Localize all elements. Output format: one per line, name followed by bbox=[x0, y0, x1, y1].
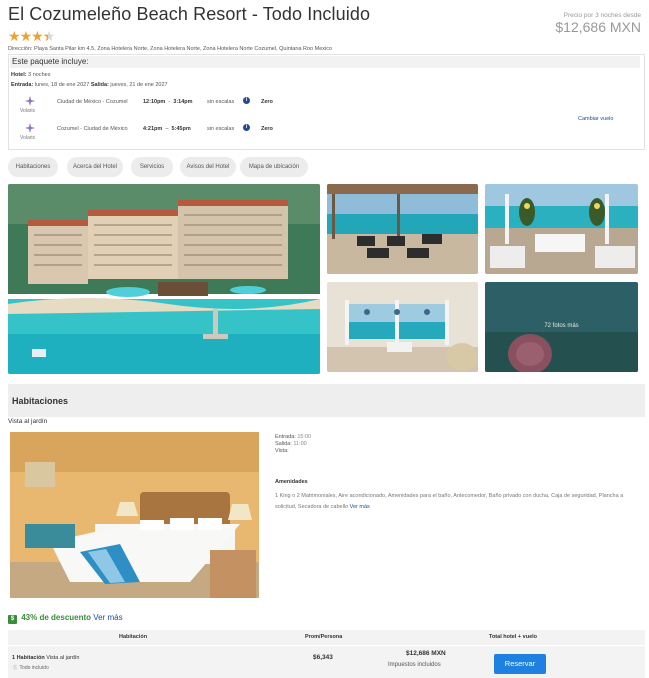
checkin-value: 15:00 bbox=[297, 434, 312, 440]
checkout-value: 11:00 bbox=[293, 441, 307, 447]
volaris-logo-icon bbox=[21, 122, 39, 136]
entry-label: Entrada: bbox=[11, 82, 34, 88]
discount-percent: 43% de descuento bbox=[21, 613, 92, 622]
airline-name: Volaris bbox=[20, 108, 36, 114]
arrive-time: 3:14pm bbox=[173, 99, 193, 105]
amenities-title: Amenidades bbox=[275, 479, 308, 485]
amenities-text: 1 King o 2 Matrimoniales, Aire acondicio… bbox=[275, 491, 625, 512]
discount-banner: $ 43% de descuento Ver más bbox=[8, 613, 123, 624]
depart-time: 12:10pm bbox=[143, 99, 166, 105]
depart-time: 4:21pm bbox=[143, 126, 163, 132]
fork-knife-icon: 🍴 bbox=[12, 665, 19, 671]
rooms-section-header: Habitaciones bbox=[8, 384, 645, 417]
price-block: Precio por 3 noches desde $12,686 MXN bbox=[555, 12, 641, 35]
hotel-main-photo[interactable] bbox=[8, 184, 320, 374]
checkin-label: Entrada: bbox=[275, 434, 296, 440]
package-dates: Entrada: lunes, 18 de ene 2027 Salida: j… bbox=[11, 82, 168, 88]
room-details: Entrada: 15:00 Salida: 11:00 Vista: bbox=[275, 434, 311, 454]
info-icon[interactable]: i bbox=[243, 97, 250, 104]
view-label: Vista: bbox=[275, 448, 289, 454]
exit-label: Salida: bbox=[90, 82, 109, 88]
flight-route: Cozumel - Ciudad de México bbox=[57, 126, 128, 132]
flight-stops: sin escalas bbox=[207, 126, 235, 132]
package-summary: Este paquete incluye: Hotel: 3 noches En… bbox=[8, 54, 645, 150]
included-label: Todo incluido bbox=[19, 665, 49, 671]
hotel-address: Dirección: Playa Santa Pilar km 4.5, Zon… bbox=[8, 46, 333, 52]
tab-avisos-del-hotel[interactable]: Avisos del Hotel bbox=[180, 157, 236, 177]
taxes-included: Impuestos incluidos bbox=[388, 662, 441, 668]
flight-times: 4:21pm – 5:45pm bbox=[143, 126, 191, 132]
table-row: 1 Habitación Vista al jardín 🍴 Todo incl… bbox=[8, 646, 645, 678]
fare-type: Zero bbox=[261, 126, 273, 132]
more-photos-tile[interactable]: 72 fotos más bbox=[485, 282, 638, 372]
package-header: Este paquete incluye: bbox=[10, 56, 640, 68]
row-included: 🍴 Todo incluido bbox=[12, 665, 49, 671]
row-room: 1 Habitación Vista al jardín bbox=[12, 655, 79, 661]
amenities-list: 1 King o 2 Matrimoniales, Aire acondicio… bbox=[275, 493, 624, 510]
col-total: Total hotel + vuelo bbox=[489, 634, 538, 640]
col-prom-persona: Prom/Persona bbox=[305, 634, 343, 640]
tab-acerca-del-hotel[interactable]: Acerca del Hotel bbox=[67, 157, 123, 177]
tab-habitaciones[interactable]: Habitaciones bbox=[8, 157, 58, 177]
half-star-icon: ★ bbox=[43, 28, 56, 44]
time-separator: – bbox=[165, 126, 169, 132]
room-qty: 1 Habitación bbox=[12, 655, 45, 661]
per-person-price: $6,343 bbox=[313, 654, 333, 661]
price-amount: $12,686 MXN bbox=[555, 19, 641, 35]
terrace-photo[interactable] bbox=[327, 184, 478, 274]
info-icon[interactable]: i bbox=[243, 124, 250, 131]
flight-stops: sin escalas bbox=[207, 99, 235, 105]
tab-servicios[interactable]: Servicios bbox=[131, 157, 173, 177]
hotel-title: El Cozumeleño Beach Resort - Todo Inclui… bbox=[8, 4, 371, 24]
airline-name: Volaris bbox=[20, 135, 36, 141]
hotel-nights-label: Hotel: bbox=[11, 72, 27, 78]
rates-table: Habitación Prom/Persona Total hotel + vu… bbox=[8, 630, 645, 678]
arrive-time: 5:45pm bbox=[171, 126, 191, 132]
room-name: Vista al jardín bbox=[8, 418, 48, 425]
star-rating: ★★★★ bbox=[8, 28, 56, 45]
volaris-logo-icon bbox=[21, 95, 39, 109]
discount-icon: $ bbox=[8, 615, 17, 624]
star-icon: ★ bbox=[8, 28, 21, 44]
reserve-button[interactable]: Reservar bbox=[494, 654, 546, 674]
hotel-nights-value: 3 noches bbox=[28, 72, 51, 78]
checkout-time: Salida: 11:00 bbox=[275, 441, 311, 447]
star-icon: ★ bbox=[31, 28, 44, 44]
room-balcony-photo[interactable] bbox=[327, 282, 478, 372]
room-view: Vista: bbox=[275, 448, 311, 454]
flight-times: 12:10pm - 3:14pm bbox=[143, 99, 193, 105]
fare-type: Zero bbox=[261, 99, 273, 105]
entry-date: lunes, 18 de ene 2027 bbox=[34, 82, 90, 88]
more-photos-label: 72 fotos más bbox=[544, 323, 579, 329]
rooms-title: Habitaciones bbox=[12, 396, 69, 406]
wedding-setup-photo[interactable] bbox=[485, 184, 638, 274]
row-room-name: Vista al jardín bbox=[46, 655, 80, 661]
col-habitacion: Habitación bbox=[119, 634, 148, 640]
flight-route: Ciudad de México - Cozumel bbox=[57, 99, 128, 105]
checkin-time: Entrada: 15:00 bbox=[275, 434, 311, 440]
checkout-label: Salida: bbox=[275, 441, 292, 447]
star-icon: ★ bbox=[19, 28, 33, 44]
room-photo[interactable] bbox=[10, 432, 259, 598]
discount-more-link[interactable]: Ver más bbox=[93, 613, 122, 622]
price-caption: Precio por 3 noches desde bbox=[563, 12, 641, 19]
change-flight-link[interactable]: Cambiar vuelo bbox=[578, 116, 613, 122]
flight-outbound: Volaris Ciudad de México - Cozumel 12:10… bbox=[11, 95, 571, 117]
time-separator: - bbox=[168, 99, 171, 105]
exit-date: jueves, 21 de ene 2027 bbox=[110, 82, 168, 88]
total-price: $12,686 MXN bbox=[406, 650, 446, 657]
amenities-more-link[interactable]: Ver más bbox=[350, 504, 370, 510]
package-hotel-nights: Hotel: 3 noches bbox=[11, 72, 50, 78]
rates-table-header: Habitación Prom/Persona Total hotel + vu… bbox=[8, 630, 645, 645]
flight-return: Volaris Cozumel - Ciudad de México 4:21p… bbox=[11, 122, 571, 144]
tab-mapa-de-ubicacion[interactable]: Mapa de ubicación bbox=[240, 157, 308, 177]
